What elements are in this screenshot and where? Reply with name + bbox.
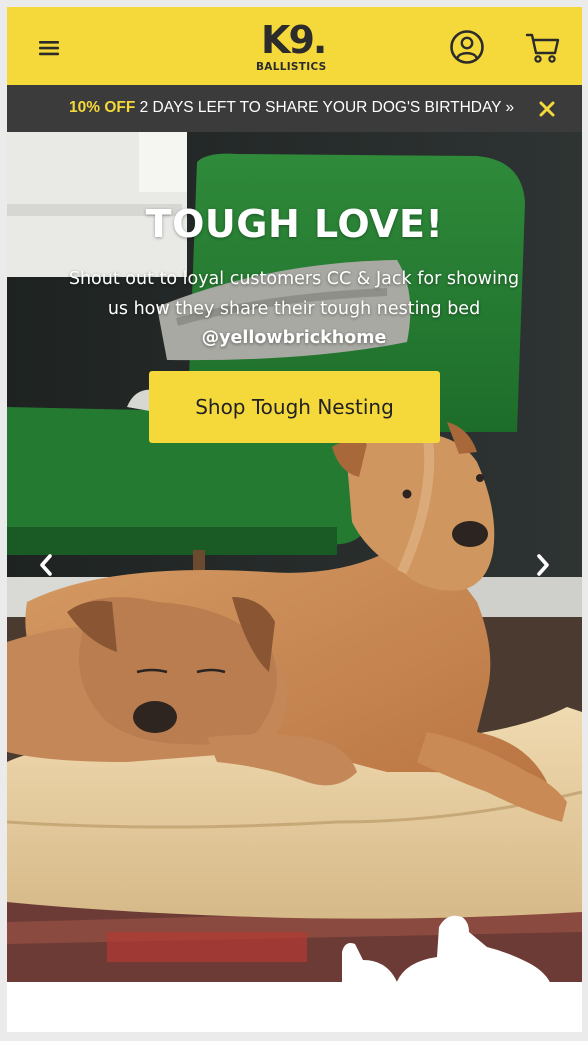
- promo-close-button[interactable]: [537, 99, 557, 119]
- shop-tough-nesting-button[interactable]: Shop Tough Nesting: [149, 371, 440, 443]
- close-icon: [539, 101, 555, 117]
- site-header: K9. BALLISTICS: [7, 7, 582, 85]
- chevron-right-icon: [537, 554, 549, 576]
- promo-highlight: 10% OFF: [69, 99, 136, 116]
- cart-button[interactable]: [525, 29, 561, 65]
- hero-slide: TOUGH LOVE! Shout out to loyal customers…: [7, 132, 582, 982]
- hero-description: Shout out to loyal customers CC & Jack f…: [59, 265, 529, 354]
- menu-button[interactable]: [35, 36, 63, 60]
- promo-link[interactable]: 10% OFF 2 DAYS LEFT TO SHARE YOUR DOG'S …: [69, 85, 514, 132]
- hero-body-text: Shout out to loyal customers CC & Jack f…: [68, 269, 520, 319]
- user-account-icon: [450, 30, 484, 64]
- page-footer-space: [7, 982, 582, 1032]
- logo-subtitle: BALLISTICS: [256, 61, 327, 73]
- account-button[interactable]: [449, 29, 485, 65]
- page-frame: K9. BALLISTICS 10% OFF 2 DAYS LEFT TO SH…: [7, 7, 582, 1032]
- hamburger-menu-icon: [39, 41, 59, 56]
- promo-bar: 10% OFF 2 DAYS LEFT TO SHARE YOUR DOG'S …: [7, 85, 582, 132]
- promo-message: 2 DAYS LEFT TO SHARE YOUR DOG'S BIRTHDAY…: [135, 99, 515, 116]
- hero-photo: [7, 132, 582, 982]
- slide-next-button[interactable]: [528, 550, 558, 580]
- brand-logo[interactable]: K9. BALLISTICS: [253, 19, 333, 77]
- hero-title: TOUGH LOVE!: [145, 202, 444, 246]
- slide-prev-button[interactable]: [31, 550, 61, 580]
- chevron-left-icon: [40, 554, 52, 576]
- shopping-cart-icon: [525, 33, 560, 63]
- instagram-handle-link[interactable]: @yellowbrickhome: [202, 328, 387, 348]
- logo-wordmark: K9.: [261, 18, 327, 62]
